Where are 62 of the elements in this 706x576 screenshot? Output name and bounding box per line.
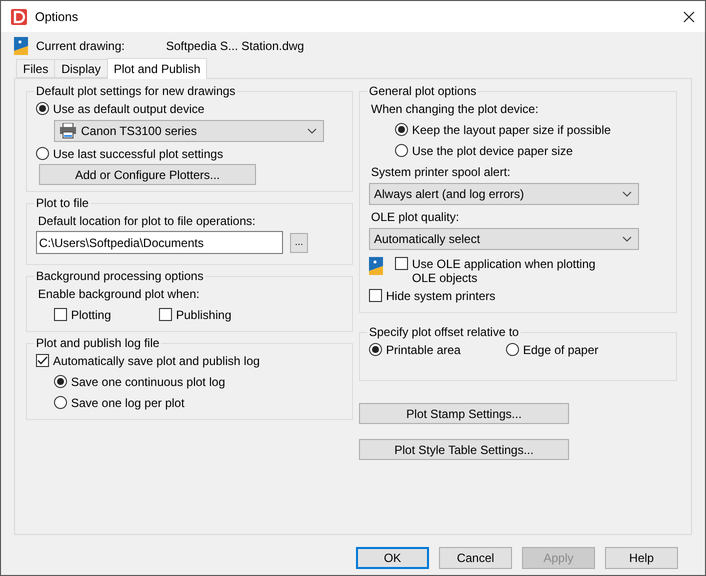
option-label: Use the plot device paper size <box>412 144 573 158</box>
tab[interactable]: Display <box>54 59 108 78</box>
group-title: Plot and publish log file <box>35 336 160 350</box>
option-label: Edge of paper <box>523 342 598 356</box>
radio-button[interactable] <box>36 147 49 160</box>
drawing-icon <box>14 37 30 55</box>
chevron-down-icon <box>622 236 632 242</box>
radio-button[interactable] <box>395 144 408 157</box>
option-label: Keep the layout paper size if possible <box>412 122 611 136</box>
current-drawing-name: Softpedia S... Station.dwg <box>166 39 304 53</box>
option-label: Use OLE application when plotting OLE objects <box>412 257 596 285</box>
radio-button[interactable] <box>54 375 67 388</box>
option-label: Printable area <box>386 342 461 356</box>
radio-button[interactable] <box>369 343 382 356</box>
option-label: Automatically save plot and publish log <box>53 354 260 368</box>
configure-plotters-button[interactable]: Add or Configure Plotters... <box>39 164 256 185</box>
option-label: Use as default output device <box>53 102 204 116</box>
chevron-down-icon <box>307 128 317 134</box>
drawing-icon <box>369 257 385 275</box>
checkbox[interactable] <box>395 257 408 270</box>
field-label: System printer spool alert: <box>371 164 510 178</box>
settings-button[interactable]: Plot Stamp Settings... <box>359 403 569 424</box>
current-drawing-label: Current drawing: <box>36 39 126 53</box>
option-label: Plotting <box>71 308 112 322</box>
radio-button[interactable] <box>36 102 49 115</box>
option-label: Save one continuous plot log <box>71 374 226 388</box>
dialog-button[interactable]: Help <box>605 547 678 569</box>
browse-button[interactable]: ... <box>290 232 308 252</box>
group-title: Background processing options <box>35 269 204 283</box>
group-title: General plot options <box>368 84 478 98</box>
field-label: When changing the plot device: <box>371 102 538 116</box>
checkbox[interactable] <box>159 308 172 321</box>
app-logo-icon <box>11 8 27 24</box>
radio-button[interactable] <box>395 123 408 136</box>
path-field[interactable]: C:\Users\Softpedia\Documents <box>36 231 283 254</box>
window-title: Options <box>35 10 80 24</box>
tab[interactable]: Files <box>16 59 56 78</box>
field-label: OLE plot quality: <box>371 210 460 224</box>
radio-button[interactable] <box>54 396 67 409</box>
checkbox[interactable] <box>36 354 49 367</box>
printer-icon <box>59 123 77 139</box>
group-title: Default plot settings for new drawings <box>35 84 236 98</box>
option-label: Hide system printers <box>386 288 496 302</box>
option-label: Save one log per plot <box>71 396 184 410</box>
dialog-button[interactable]: OK <box>356 547 429 569</box>
chevron-down-icon <box>622 191 632 197</box>
field-label: Enable background plot when: <box>38 286 200 300</box>
group-title: Plot to file <box>35 196 90 210</box>
dropdown[interactable]: Always alert (and log errors) <box>369 183 639 205</box>
dialog-button[interactable]: Cancel <box>439 547 512 569</box>
radio-button[interactable] <box>506 343 519 356</box>
printer-dropdown[interactable]: Canon TS3100 series <box>54 120 324 142</box>
settings-button[interactable]: Plot Style Table Settings... <box>359 439 569 460</box>
field-label: Default location for plot to file operations: <box>38 214 256 228</box>
tab[interactable]: Plot and Publish <box>106 58 208 79</box>
close-icon[interactable] <box>683 10 695 22</box>
option-label: Publishing <box>176 308 232 322</box>
option-label: Use last successful plot settings <box>53 146 224 160</box>
dropdown[interactable]: Automatically select <box>369 228 639 250</box>
group-title: Specify plot offset relative to <box>368 325 520 339</box>
checkbox[interactable] <box>369 289 382 302</box>
checkbox[interactable] <box>54 308 67 321</box>
